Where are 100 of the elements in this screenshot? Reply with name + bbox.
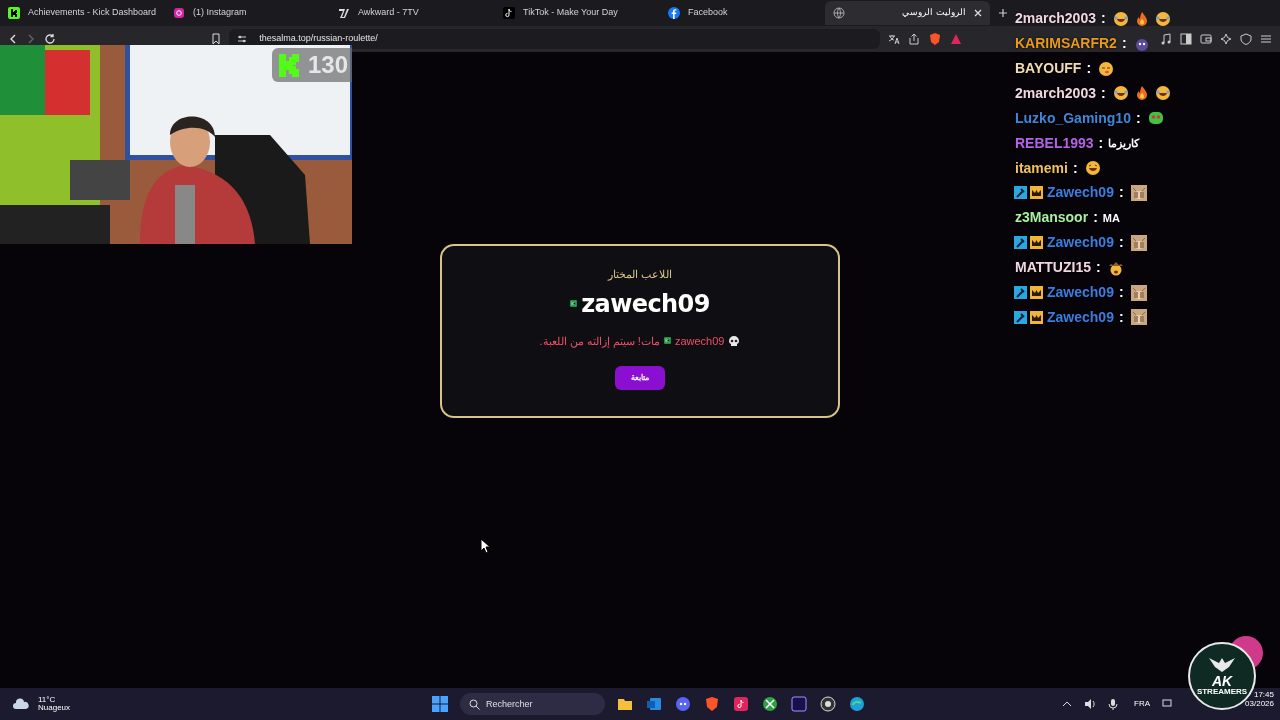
player-name: zawech09 — [674, 333, 725, 349]
chat-separator: : — [1072, 158, 1078, 178]
browser-tab[interactable]: الروليت الروسي — [825, 1, 990, 25]
reload-icon[interactable] — [44, 33, 56, 45]
dialog-heading: اللاعب المختار — [607, 267, 673, 283]
chat-separator: : — [1100, 9, 1106, 29]
camera-icon — [173, 7, 185, 19]
continue-button[interactable]: متابعة — [615, 366, 665, 390]
kick-logo-icon — [570, 300, 578, 307]
chat-username: Luzko_Gaming10 — [1015, 108, 1131, 128]
bookmark-icon[interactable] — [211, 33, 222, 45]
wallet-icon[interactable] — [1200, 33, 1212, 45]
windows-start-icon[interactable] — [432, 696, 448, 712]
chat-username: itamemi — [1015, 158, 1068, 178]
laughing-face-icon — [1112, 85, 1129, 102]
weather-temperature: 11°C — [38, 695, 57, 704]
site-settings-icon — [237, 34, 248, 44]
sidebar-icon[interactable] — [1180, 33, 1192, 45]
clock-date: 03/2026 — [1245, 699, 1274, 709]
kick-logo-icon — [278, 53, 300, 77]
sword-badge-icon — [1014, 286, 1027, 300]
laughing-face-icon — [1154, 10, 1171, 27]
sleepy-face-icon — [1098, 60, 1115, 77]
chat-separator: : — [1086, 59, 1092, 79]
chat-separator: : — [1121, 34, 1127, 54]
aperture-icon[interactable] — [820, 696, 836, 712]
cloud-icon — [12, 698, 30, 710]
folder-icon[interactable] — [617, 696, 633, 712]
logo-text: AK — [1211, 674, 1233, 688]
language-indicator[interactable]: FRA — [1134, 698, 1150, 710]
crown-badge-icon — [1030, 236, 1043, 250]
chat-username: Zawech09 — [1047, 183, 1114, 203]
note-icon — [503, 7, 515, 19]
speaker-icon[interactable] — [1084, 698, 1096, 710]
address-bar[interactable]: thesalma.top/russian-roulette/ — [229, 29, 881, 49]
microphone-icon[interactable] — [1108, 698, 1118, 710]
chat-separator: : — [1118, 307, 1124, 327]
sparkle-icon[interactable] — [1220, 33, 1232, 45]
chat-separator: : — [1135, 108, 1141, 128]
clock-time: 17:45 — [1253, 691, 1274, 700]
chat-message: MA — [1102, 210, 1120, 226]
music-icon[interactable] — [1160, 33, 1172, 45]
chat-separator: : — [1098, 133, 1104, 153]
weather-condition: Nuageux — [38, 704, 71, 713]
elimination-message: مات! سيتم إزالته من اللعبة. — [539, 333, 660, 349]
share-icon[interactable] — [908, 33, 921, 45]
laughing-face-icon — [1154, 85, 1171, 102]
browser-tab[interactable]: Facebook — [660, 1, 825, 25]
logo-subtext: STREAMERS — [1196, 688, 1248, 696]
browser-tab[interactable]: Achievements - Kick Dashboard — [0, 1, 165, 25]
chat-separator: : — [1095, 258, 1101, 278]
shield-icon[interactable] — [1240, 33, 1252, 45]
chat-username: z3Mansoor — [1015, 208, 1089, 228]
cowboy-face-icon — [1107, 259, 1124, 276]
browser-tab[interactable]: TikTok - Make Your Day — [495, 1, 660, 25]
browser-tab[interactable]: (1) Instagram — [165, 1, 330, 25]
xbox-icon[interactable] — [762, 696, 778, 712]
eagle-icon — [1207, 656, 1237, 674]
player-name: zawech09 — [581, 291, 710, 316]
skull-icon — [728, 334, 741, 347]
new-tab-icon[interactable] — [998, 8, 1008, 18]
chat-separator: : — [1118, 233, 1124, 253]
back-icon[interactable] — [8, 34, 18, 44]
chat-username: 2march2003 — [1015, 83, 1096, 103]
taskbar-search-field[interactable]: Rechercher — [460, 693, 605, 715]
display-icon[interactable] — [1162, 699, 1172, 709]
viewer-count-badge: 130 — [272, 48, 352, 82]
close-icon[interactable] — [974, 9, 982, 17]
chat-separator: : — [1118, 283, 1124, 303]
crown-badge-icon — [1030, 186, 1043, 200]
chat-separator: : — [1118, 183, 1124, 203]
globe-icon — [833, 7, 845, 19]
menu-icon[interactable] — [1260, 33, 1272, 45]
sword-badge-icon — [1014, 186, 1027, 200]
forward-icon[interactable] — [26, 34, 36, 44]
chat-username: 2march2003 — [1015, 9, 1096, 29]
tiktok-icon[interactable] — [733, 696, 749, 712]
facebook-icon — [668, 7, 680, 19]
laughing-face-icon — [1112, 10, 1129, 27]
chevron-logo-icon — [338, 7, 350, 19]
kick-logo-icon — [663, 337, 671, 345]
crown-badge-icon — [1030, 286, 1043, 300]
chat-username: BAYOUFF — [1015, 59, 1082, 79]
kick-logo-icon — [8, 7, 20, 19]
chevron-up-icon[interactable] — [1062, 699, 1072, 709]
triangle-icon[interactable] — [950, 33, 963, 45]
browser-tab[interactable]: Awkward - 7TV — [330, 1, 495, 25]
chat-username: MATTUZI15 — [1015, 258, 1091, 278]
chat-username: Zawech09 — [1047, 283, 1114, 303]
chat-username: KARIMSARFR2 — [1015, 34, 1117, 54]
chat-separator: : — [1100, 83, 1106, 103]
sword-badge-icon — [1014, 236, 1027, 250]
chat-separator: : — [1093, 208, 1098, 228]
chat-username: Zawech09 — [1047, 307, 1114, 327]
chat-username: Zawech09 — [1047, 233, 1114, 253]
translate-icon[interactable] — [888, 33, 901, 45]
grinning-face-icon — [1084, 160, 1101, 177]
pointer-icon — [480, 538, 492, 554]
chat-message: كاريزما — [1108, 135, 1140, 152]
chat-username: REBEL1993 — [1015, 133, 1094, 153]
